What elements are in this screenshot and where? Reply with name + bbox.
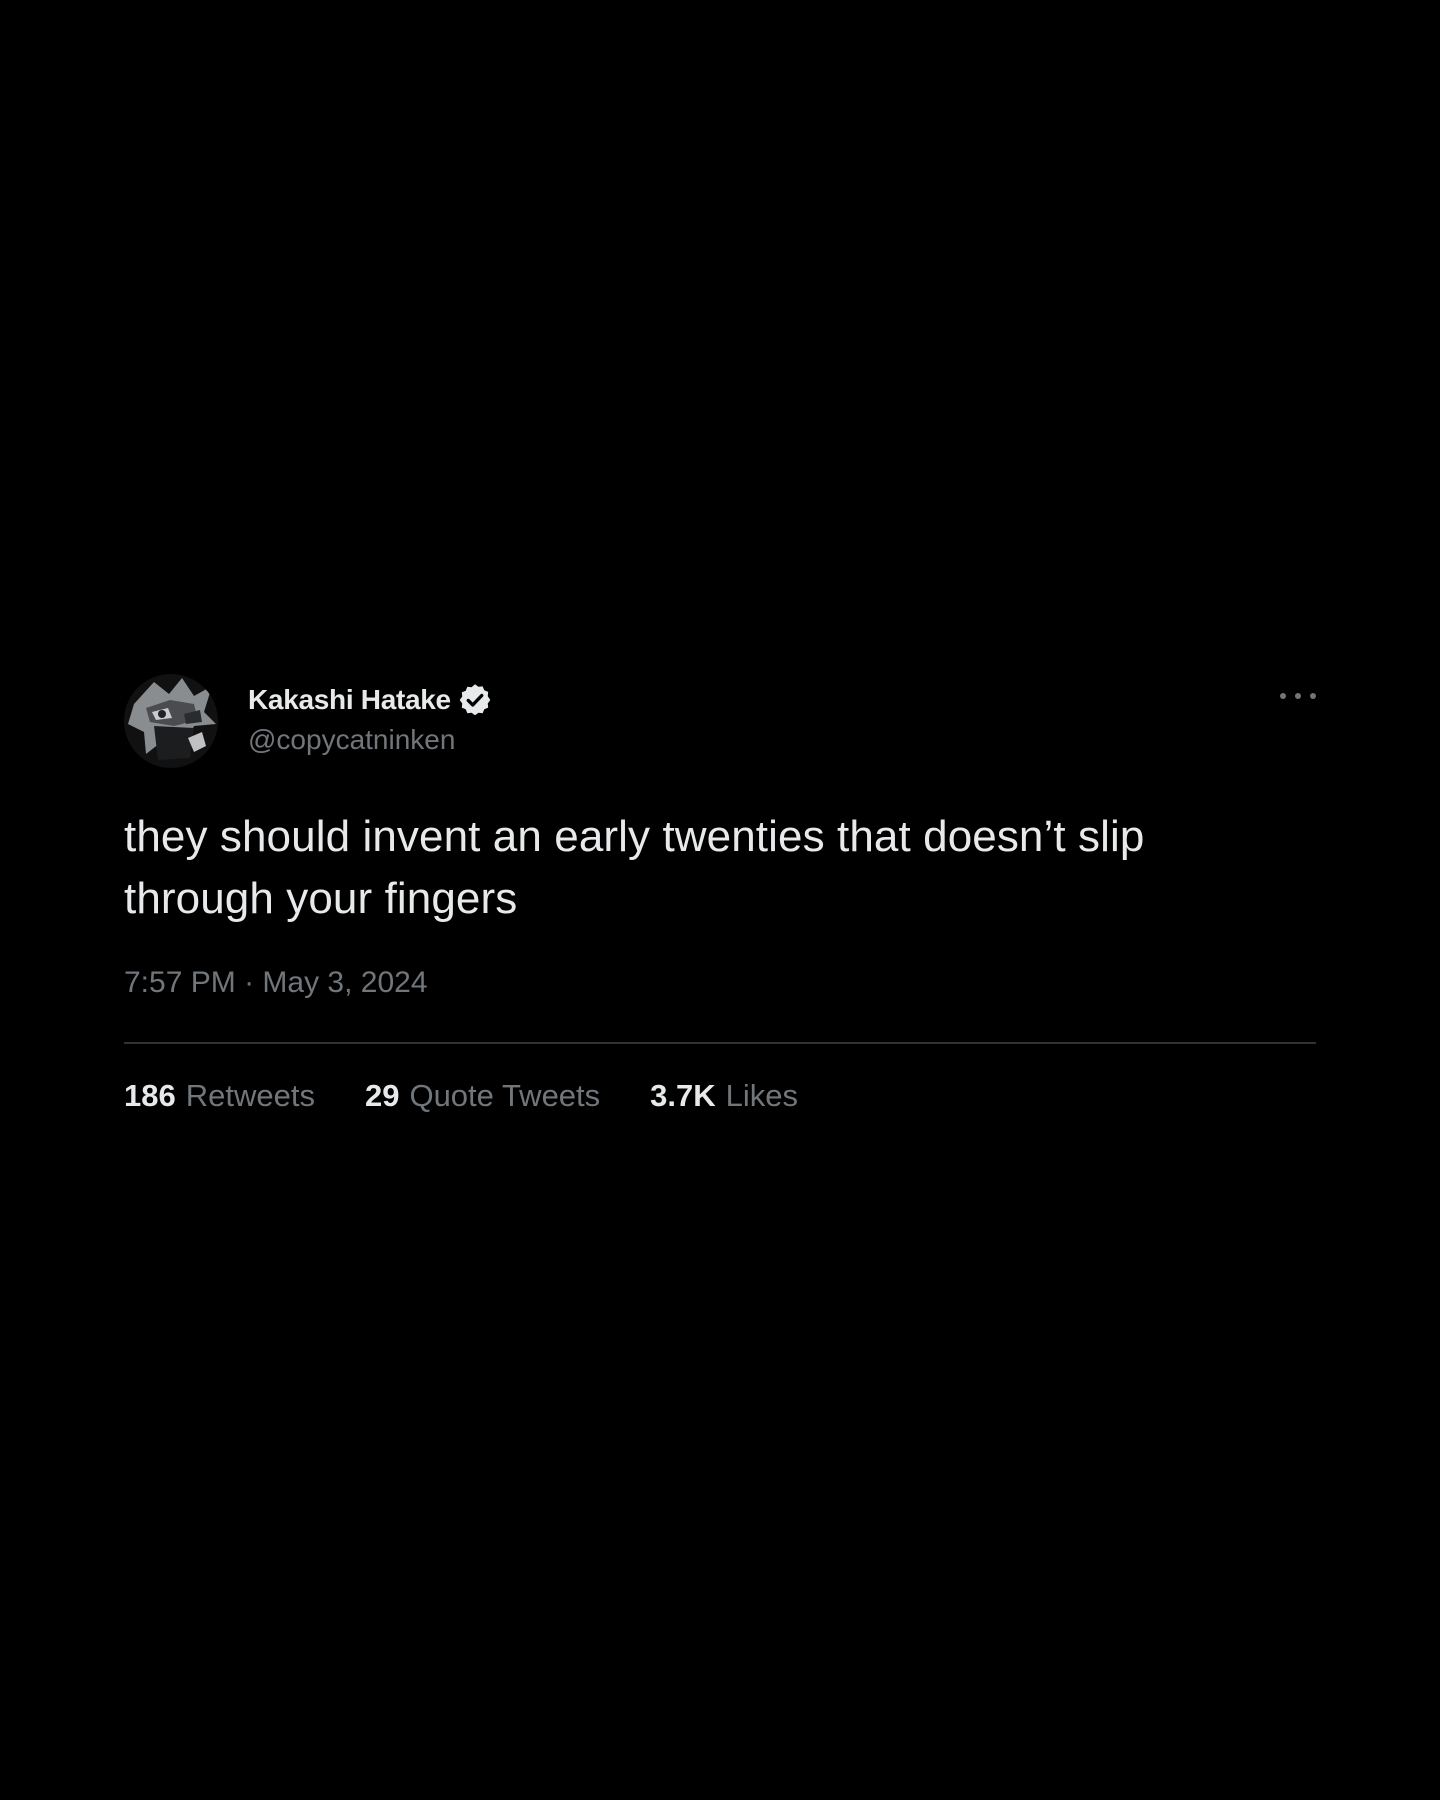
more-dot	[1310, 693, 1316, 699]
divider	[124, 1042, 1316, 1044]
retweets-stat[interactable]: 186 Retweets	[124, 1078, 315, 1114]
more-options-icon[interactable]	[1280, 688, 1316, 704]
tweet-text: they should invent an early twenties tha…	[124, 806, 1316, 930]
tweet-date[interactable]: May 3, 2024	[262, 966, 427, 999]
quotes-count: 29	[364, 1078, 400, 1113]
tweet-header: Kakashi Hatake @copycatninken	[124, 672, 1316, 768]
display-name[interactable]: Kakashi Hatake	[248, 684, 451, 716]
quotes-label: Quote Tweets	[409, 1078, 601, 1113]
tweet-text-line-1: they should invent an early twenties tha…	[124, 812, 1145, 861]
more-dot	[1280, 693, 1286, 699]
likes-label: Likes	[725, 1078, 799, 1113]
tweet-time[interactable]: 7:57 PM	[124, 966, 236, 999]
tweet-card: Kakashi Hatake @copycatninken they shoul…	[124, 672, 1316, 1114]
more-dot	[1295, 693, 1301, 699]
author-block: Kakashi Hatake @copycatninken	[248, 680, 493, 756]
verified-badge-icon	[457, 682, 493, 718]
retweets-label: Retweets	[185, 1078, 315, 1113]
quote-tweets-stat[interactable]: 29 Quote Tweets	[365, 1078, 600, 1114]
likes-count: 3.7K	[650, 1078, 716, 1113]
likes-stat[interactable]: 3.7K Likes	[650, 1078, 798, 1114]
name-row: Kakashi Hatake	[248, 680, 493, 720]
tweet-timestamp: 7:57 PM · May 3, 2024	[124, 966, 1316, 1000]
avatar[interactable]	[124, 674, 218, 768]
timestamp-separator: ·	[244, 966, 255, 999]
user-handle[interactable]: @copycatninken	[248, 724, 493, 756]
avatar-kakashi-icon	[124, 674, 218, 768]
retweets-count: 186	[124, 1078, 176, 1113]
tweet-stats: 186 Retweets 29 Quote Tweets 3.7K Likes	[124, 1078, 1316, 1114]
tweet-text-line-2: through your fingers	[124, 874, 518, 923]
